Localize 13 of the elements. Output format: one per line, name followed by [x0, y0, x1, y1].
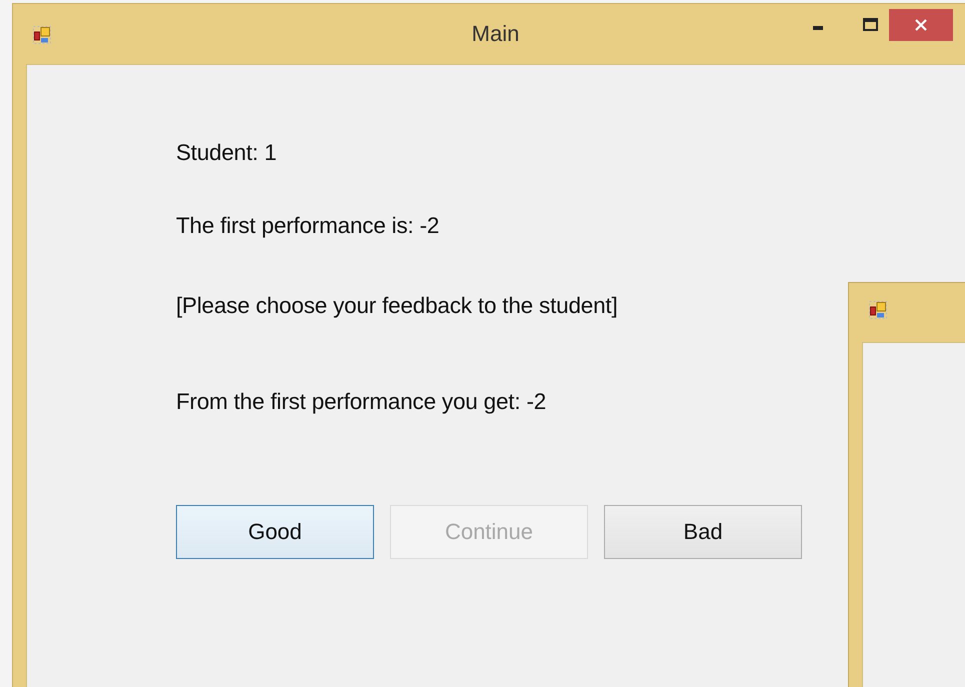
good-button[interactable]: Good	[176, 505, 374, 559]
label-text: From the first performance you get: -2	[176, 390, 546, 414]
bad-button[interactable]: Bad	[604, 505, 802, 559]
label-text: [Please choose your feedback to the student]	[176, 294, 618, 318]
close-icon	[915, 19, 927, 31]
minimize-icon	[813, 26, 823, 30]
window-title: Main	[472, 21, 520, 47]
maximize-icon	[862, 18, 878, 30]
close-button[interactable]	[889, 9, 953, 41]
label-text: The first performance is: -2	[176, 214, 440, 238]
label-text: Student: 1	[176, 141, 277, 165]
app-icon	[869, 301, 887, 319]
app-icon	[33, 26, 51, 44]
